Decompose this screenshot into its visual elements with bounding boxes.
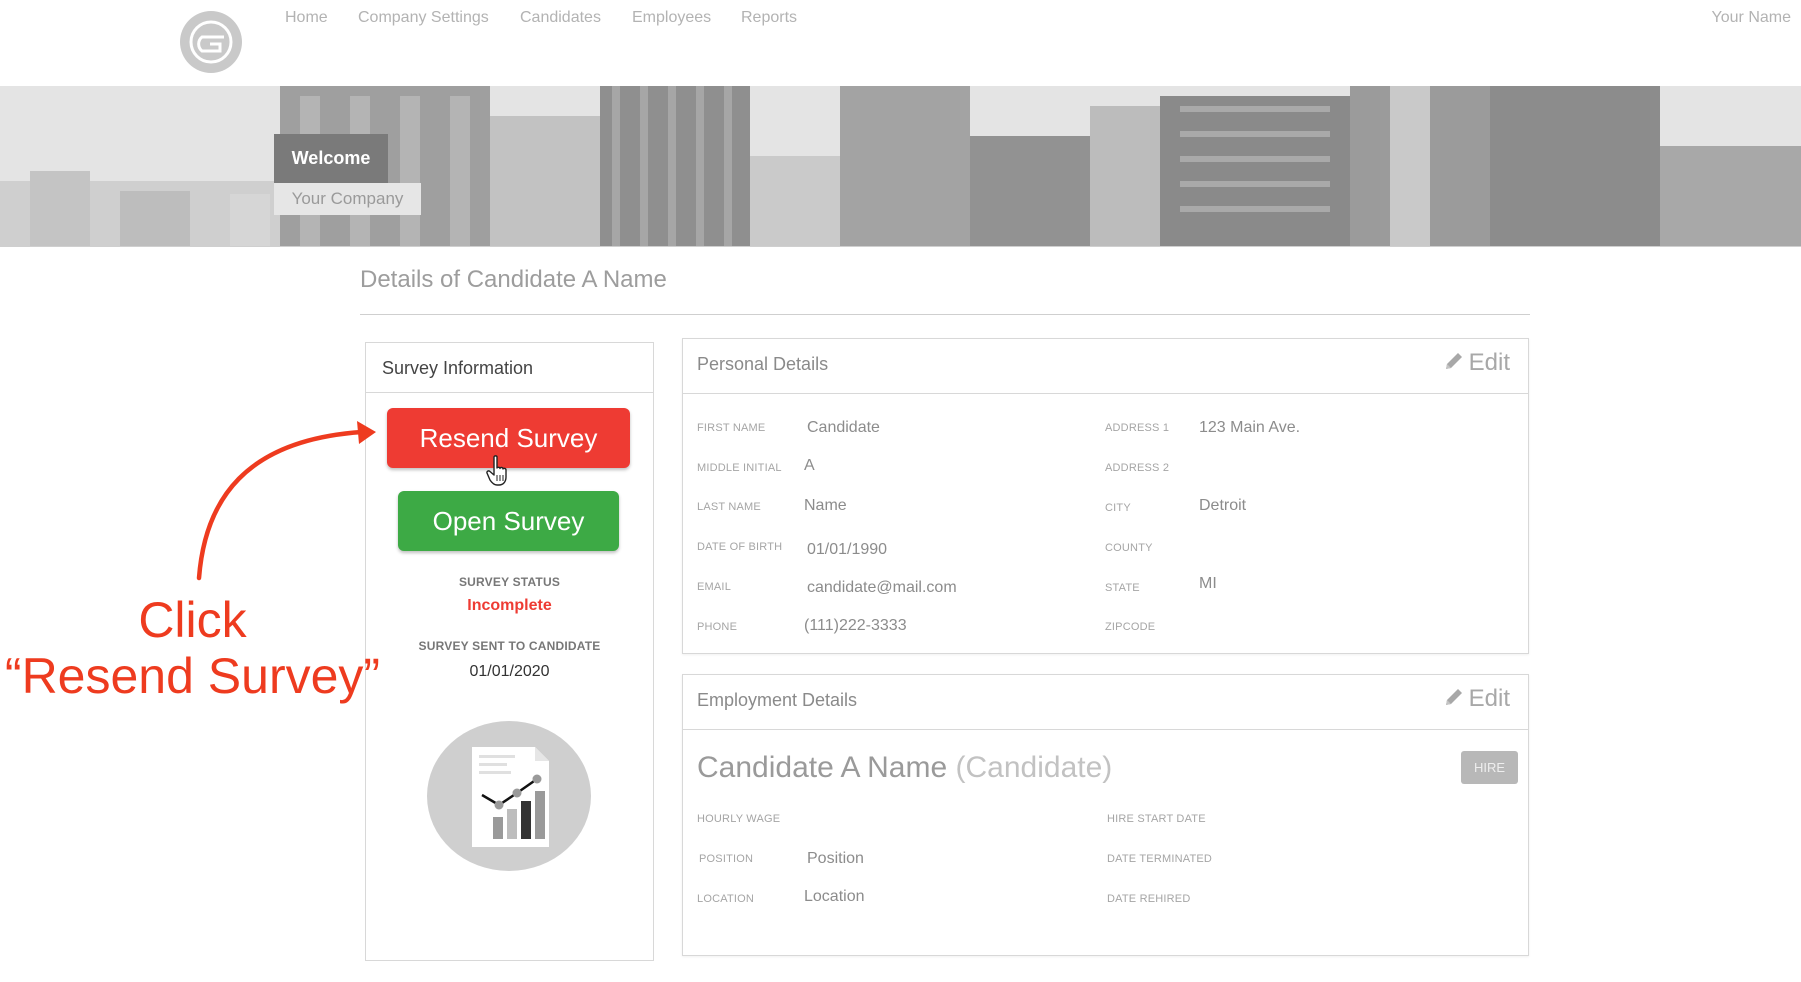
- first-name-label: FIRST NAME: [697, 422, 766, 434]
- address1-value: 123 Main Ave.: [1199, 419, 1301, 436]
- pencil-icon: [1445, 689, 1462, 705]
- survey-sent-date: 01/01/2020: [469, 663, 550, 680]
- employment-details-header: Employment Details Edit: [683, 675, 1528, 730]
- edit-personal-button[interactable]: Edit: [1443, 349, 1510, 377]
- hire-start-date-label: HIRE START DATE: [1107, 813, 1206, 825]
- personal-details-title: Personal Details: [697, 354, 829, 374]
- date-terminated-label: DATE TERMINATED: [1107, 853, 1213, 865]
- company-logo[interactable]: [180, 11, 242, 73]
- edit-personal-label: Edit: [1468, 349, 1510, 376]
- position-value: Position: [807, 850, 864, 867]
- city-label: CITY: [1105, 502, 1131, 514]
- welcome-label: Welcome: [274, 134, 388, 183]
- nav-employees[interactable]: Employees: [632, 9, 711, 27]
- date-rehired-label: DATE REHIRED: [1107, 893, 1191, 905]
- personal-details-card: Personal Details Edit FIRST NAME Candida…: [682, 338, 1529, 654]
- date-of-birth-value: 01/01/1990: [807, 541, 888, 558]
- nav-home[interactable]: Home: [285, 9, 328, 27]
- email-label: EMAIL: [697, 581, 732, 593]
- survey-information-card: Survey Information Resend Survey Open Su…: [365, 342, 654, 961]
- candidate-full-name: Candidate A Name: [697, 751, 948, 784]
- employment-details-card: Employment Details Edit Candidate A Name…: [682, 674, 1529, 956]
- open-survey-button[interactable]: Open Survey: [398, 491, 619, 551]
- last-name-label: LAST NAME: [697, 501, 761, 513]
- phone-label: PHONE: [697, 621, 738, 633]
- survey-status-value: Incomplete: [467, 597, 552, 614]
- nav-candidates[interactable]: Candidates: [520, 9, 601, 27]
- top-navigation: Home Company Settings Candidates Employe…: [0, 0, 1801, 87]
- city-skyline-image: [0, 86, 1801, 246]
- annotation-click-text: Click: [138, 592, 247, 648]
- personal-details-header: Personal Details Edit: [683, 339, 1528, 394]
- last-name-value: Name: [804, 497, 847, 514]
- survey-sent-label: SURVEY SENT TO CANDIDATE: [418, 639, 601, 653]
- phone-value: (111)222-3333: [804, 617, 907, 634]
- email-value: candidate@mail.com: [807, 579, 957, 596]
- nav-reports[interactable]: Reports: [741, 9, 797, 27]
- hourly-wage-label: HOURLY WAGE: [697, 813, 781, 825]
- title-divider: [360, 314, 1530, 315]
- candidate-name-heading: Candidate A Name (Candidate): [697, 751, 1112, 785]
- company-name-label: Your Company: [274, 183, 421, 215]
- address1-label: ADDRESS 1: [1105, 422, 1170, 434]
- edit-employment-button[interactable]: Edit: [1443, 685, 1510, 713]
- city-value: Detroit: [1199, 497, 1247, 514]
- employment-details-title: Employment Details: [697, 690, 858, 710]
- hand-pointer-cursor-icon: [486, 455, 507, 486]
- location-value: Location: [804, 888, 865, 905]
- pencil-icon: [1445, 353, 1462, 369]
- survey-status-label: SURVEY STATUS: [458, 575, 561, 589]
- survey-card-header: Survey Information: [366, 343, 653, 393]
- middle-initial-value: A: [804, 457, 815, 474]
- hero-banner: Welcome Your Company: [0, 86, 1801, 247]
- survey-report-icon: [427, 721, 591, 871]
- user-menu[interactable]: Your Name: [1712, 9, 1791, 27]
- county-label: COUNTY: [1105, 542, 1153, 554]
- address2-label: ADDRESS 2: [1105, 462, 1170, 474]
- state-label: STATE: [1105, 582, 1140, 594]
- middle-initial-label: MIDDLE INITIAL: [697, 462, 782, 474]
- first-name-value: Candidate: [807, 419, 880, 436]
- logo-mark-icon: [189, 20, 233, 64]
- hire-button[interactable]: HIRE: [1461, 751, 1518, 784]
- edit-employment-label: Edit: [1468, 685, 1510, 712]
- state-value: MI: [1199, 575, 1217, 592]
- zipcode-label: ZIPCODE: [1105, 621, 1156, 633]
- annotation-resend-text: “Resend Survey”: [4, 648, 381, 704]
- nav-company-settings[interactable]: Company Settings: [358, 9, 489, 27]
- position-label: POSITION: [699, 853, 754, 865]
- candidate-role: (Candidate): [955, 751, 1113, 784]
- page-title: Details of Candidate A Name: [360, 266, 667, 293]
- date-of-birth-label: DATE OF BIRTH: [697, 541, 783, 553]
- location-label: LOCATION: [697, 893, 755, 905]
